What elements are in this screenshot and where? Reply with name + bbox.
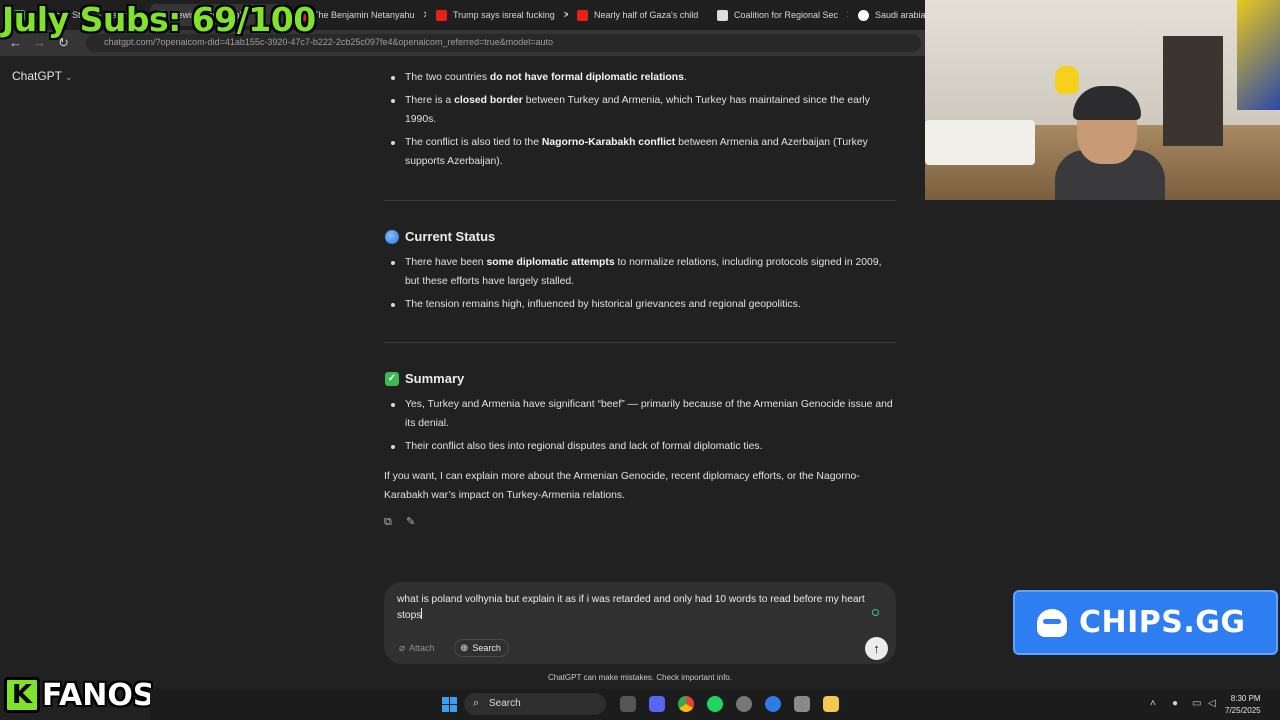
file-explorer-icon[interactable] xyxy=(823,696,839,712)
app-icon[interactable] xyxy=(736,696,752,712)
close-icon[interactable]: ✕ xyxy=(423,10,426,21)
status-dot-icon xyxy=(872,609,879,616)
copy-icon[interactable]: ⧉ xyxy=(384,516,396,528)
model-selector[interactable]: ChatGPT ⌄ xyxy=(12,69,73,83)
closing-paragraph: If you want, I can explain more about th… xyxy=(384,471,860,501)
list-item: Yes, Turkey and Armenia have significant… xyxy=(391,395,895,433)
sponsor-banner: CHIPS.GG xyxy=(1013,590,1278,655)
taskbar-search[interactable]: ⌕ Search xyxy=(464,693,606,715)
section-heading-current-status: Current Status xyxy=(385,229,495,244)
list-item: Their conflict also ties into regional d… xyxy=(391,437,895,456)
current-status-list: There have been some diplomatic attempts… xyxy=(391,253,895,318)
site-icon xyxy=(717,9,728,21)
youtube-icon xyxy=(436,9,447,21)
attach-button[interactable]: ⌀ Attach xyxy=(394,639,442,657)
arrow-up-icon: ↑ xyxy=(873,641,880,656)
mascot-icon xyxy=(1037,608,1067,637)
list-item: The conflict is also tied to the Nagorno… xyxy=(391,133,895,171)
prompt-input[interactable]: what is poland volhynia but explain it a… xyxy=(397,592,867,624)
volume-icon[interactable]: ◁ xyxy=(1208,698,1216,709)
disclaimer: ChatGPT can make mistakes. Check importa… xyxy=(548,673,732,682)
taskbar: ⌕ Search ˄ ● ▭ ◁ 8:30 PM 7/25/2025 xyxy=(150,689,1280,720)
tab-label: Coalition for Regional Sec xyxy=(734,10,839,20)
tab-trump[interactable]: Trump says isreal fucking ✕ xyxy=(436,4,568,26)
tab-label: Nearly half of Gaza's child xyxy=(594,10,699,20)
section-heading-summary: ✓ Summary xyxy=(385,371,464,386)
list-item: The two countries do not have formal dip… xyxy=(391,68,895,87)
tab-label: Saudi arabia y xyxy=(875,10,925,20)
divider xyxy=(384,342,896,343)
close-icon[interactable]: ✕ xyxy=(846,10,848,21)
app-title: ChatGPT xyxy=(12,69,63,83)
tab-gaza[interactable]: Nearly half of Gaza's child ✕ xyxy=(577,4,707,26)
close-icon[interactable]: ✕ xyxy=(563,10,568,21)
streamer-logo: K FANOS xyxy=(4,676,155,714)
close-icon[interactable]: ✕ xyxy=(706,10,707,21)
microphone-icon[interactable]: ● xyxy=(1172,698,1178,709)
tab-label: The Benjamin Netanyahu xyxy=(313,10,415,20)
task-view-icon[interactable] xyxy=(620,696,636,712)
tab-coalition[interactable]: Coalition for Regional Sec ✕ xyxy=(717,4,848,26)
list-item: The tension remains high, influenced by … xyxy=(391,295,895,314)
message-composer: what is poland volhynia but explain it a… xyxy=(384,582,896,664)
paperclip-icon: ⌀ xyxy=(399,642,406,654)
list-item: There have been some diplomatic attempts… xyxy=(391,253,895,291)
network-icon[interactable]: ▭ xyxy=(1192,698,1201,709)
summary-list: Yes, Turkey and Armenia have significant… xyxy=(391,395,895,460)
clock[interactable]: 8:30 PM 7/25/2025 xyxy=(1225,693,1261,717)
discord-icon[interactable] xyxy=(649,696,665,712)
globe-icon xyxy=(385,229,399,244)
youtube-icon xyxy=(577,9,588,21)
send-button[interactable]: ↑ xyxy=(865,637,888,660)
globe-icon: ⊕ xyxy=(460,642,469,654)
list-item: There is a closed border between Turkey … xyxy=(391,91,895,129)
chevron-down-icon: ⌄ xyxy=(65,72,73,82)
message-actions: ⧉ ✎ xyxy=(384,516,418,528)
google-icon xyxy=(858,9,869,21)
subs-goal-overlay: July Subs: 69/100 xyxy=(2,0,316,39)
tab-label: Trump says isreal fucking xyxy=(453,10,555,20)
spotify-icon[interactable] xyxy=(707,696,723,712)
webcam-feed xyxy=(925,0,1280,200)
windows-start-icon[interactable] xyxy=(442,697,457,712)
search-icon: ⌕ xyxy=(473,697,480,709)
relations-list: The two countries do not have formal dip… xyxy=(391,68,895,175)
kick-logo-icon: K xyxy=(4,677,40,713)
chevron-up-icon[interactable]: ˄ xyxy=(1150,698,1156,709)
edit-icon[interactable]: ✎ xyxy=(406,516,418,528)
search-button[interactable]: ⊕ Search xyxy=(454,639,509,657)
tab-saudi[interactable]: Saudi arabia y xyxy=(858,4,925,26)
app-icon[interactable] xyxy=(765,696,781,712)
check-icon: ✓ xyxy=(385,371,399,386)
sponsor-label: CHIPS.GG xyxy=(1079,605,1246,640)
app-icon[interactable] xyxy=(794,696,810,712)
divider xyxy=(384,200,896,201)
chrome-icon[interactable] xyxy=(678,696,694,712)
